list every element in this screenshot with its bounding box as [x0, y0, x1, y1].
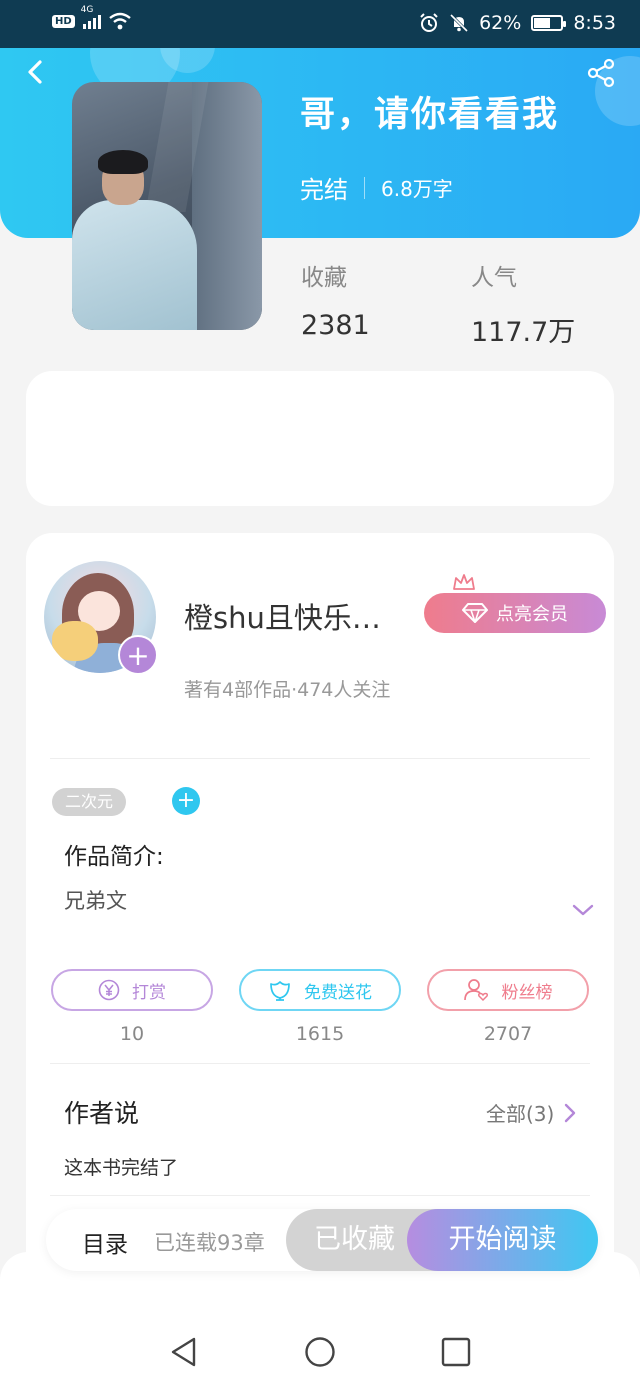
- tip-button[interactable]: 打赏: [51, 969, 213, 1011]
- follow-author-button[interactable]: +: [118, 635, 158, 675]
- popularity-label: 人气: [471, 265, 517, 291]
- toc-button[interactable]: 目录: [82, 1225, 128, 1259]
- fan-count: 2707: [483, 1023, 533, 1045]
- book-cover[interactable]: [72, 82, 262, 330]
- battery-icon: [531, 15, 567, 31]
- send-flower-label: 免费送花: [304, 982, 372, 1003]
- tip-count: 10: [119, 1023, 145, 1045]
- see-all-label: 全部(3): [486, 1102, 555, 1126]
- word-count: 6.8万字: [381, 177, 453, 201]
- see-all-link[interactable]: 全部(3): [486, 1098, 576, 1127]
- flower-icon: [270, 981, 290, 1001]
- tip-label: 打赏: [132, 982, 166, 1003]
- favorites-stat: 收藏 2381: [301, 258, 370, 341]
- wifi-icon: [108, 12, 131, 30]
- diamond-icon: [462, 603, 488, 623]
- author-stats: 著有4部作品·474人关注: [184, 679, 391, 701]
- clock: 8:53: [573, 12, 616, 34]
- crown-icon: [453, 574, 475, 590]
- send-flower-button[interactable]: 免费送花: [239, 969, 401, 1011]
- fan-ranking-label: 粉丝榜: [501, 982, 553, 1003]
- status-bar: HD 4G 62% 8:53: [0, 0, 640, 48]
- hd-icon: HD: [52, 14, 75, 28]
- start-reading-button[interactable]: 开始阅读: [407, 1209, 598, 1271]
- author-name[interactable]: 橙shu且快乐…: [184, 595, 381, 637]
- favorites-value: 2381: [301, 310, 370, 341]
- book-meta: 完结 6.8万字: [300, 170, 453, 205]
- chapter-count: 已连载93章: [154, 1231, 265, 1255]
- author-says-title: 作者说: [64, 1099, 140, 1128]
- genre-tag[interactable]: 二次元: [52, 788, 127, 816]
- vip-label: 点亮会员: [496, 604, 568, 625]
- author-note: 这本书完结了: [64, 1157, 179, 1179]
- intro-text: 兄弟文: [64, 889, 127, 913]
- flower-count: 1615: [295, 1023, 345, 1045]
- divider: [50, 1063, 590, 1064]
- nav-recents-icon[interactable]: [440, 1336, 472, 1368]
- chevron-down-icon[interactable]: [572, 903, 594, 917]
- bottom-action-bar: 目录 已连载93章 已收藏 开始阅读: [46, 1209, 598, 1271]
- favorites-label: 收藏: [301, 265, 347, 291]
- book-title: 哥，请你看看我: [300, 95, 560, 135]
- intro-title: 作品简介:: [64, 844, 164, 870]
- chevron-right-icon: [565, 1103, 576, 1122]
- placeholder-card: [26, 371, 614, 506]
- signal-icon: 4G: [81, 5, 101, 29]
- yen-coin-icon: [98, 979, 120, 1001]
- nav-home-icon[interactable]: [304, 1336, 336, 1368]
- alarm-icon: [420, 13, 438, 32]
- add-tag-button[interactable]: +: [172, 787, 200, 815]
- meta-divider: [364, 176, 365, 199]
- network-label: 4G: [80, 5, 94, 15]
- popularity-stat: 人气 117.7万: [471, 258, 575, 349]
- back-arrow-icon[interactable]: [22, 58, 50, 86]
- book-status: 完结: [300, 176, 348, 204]
- battery-percent: 62%: [479, 12, 522, 34]
- nav-back-icon[interactable]: [168, 1336, 200, 1368]
- vip-button[interactable]: 点亮会员: [424, 593, 606, 633]
- fan-user-icon: [463, 979, 488, 1002]
- fan-ranking-button[interactable]: 粉丝榜: [427, 969, 589, 1011]
- bell-muted-icon: [450, 13, 469, 33]
- divider: [50, 1195, 590, 1196]
- popularity-value: 117.7万: [471, 317, 576, 348]
- share-icon[interactable]: [586, 58, 616, 88]
- system-nav-bar: [0, 1252, 640, 1387]
- divider: [50, 758, 590, 759]
